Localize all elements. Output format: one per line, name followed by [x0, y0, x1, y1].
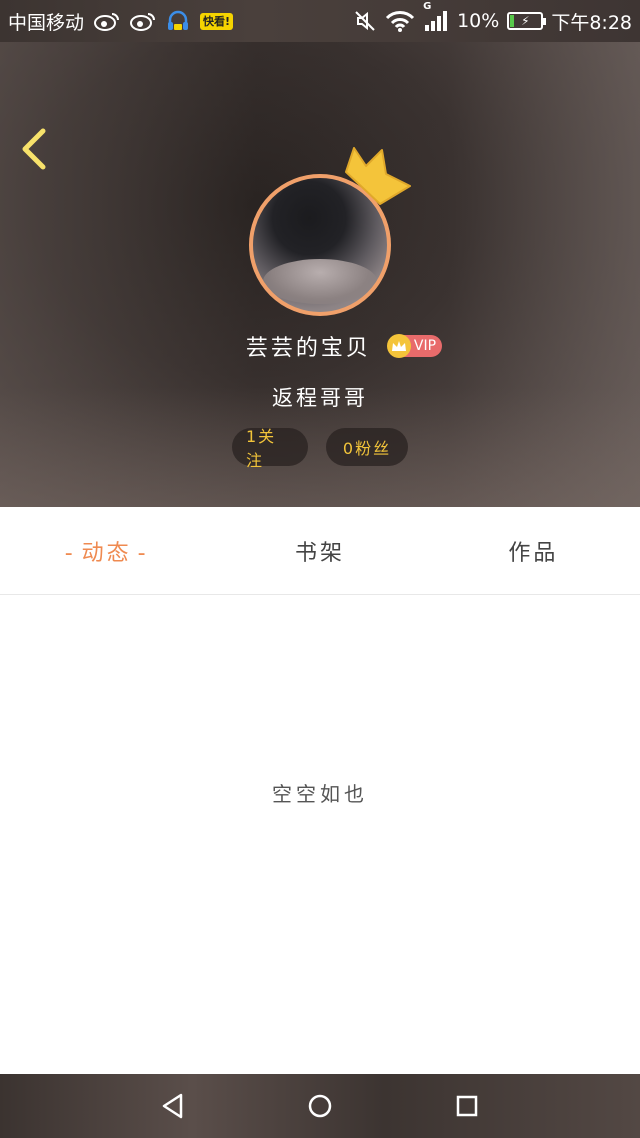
tab-bookshelf[interactable]: 书架: [213, 535, 426, 567]
tab-works[interactable]: 作品: [427, 535, 640, 567]
clock: 下午8:28: [551, 11, 632, 34]
stats-row: 1关注 0粉丝: [0, 427, 640, 470]
tab-bar: - 动态 - 书架 作品: [0, 507, 640, 595]
name-row: 芸芸的宝贝 VIP: [0, 330, 640, 362]
carrier-label: 中国移动: [8, 11, 85, 34]
recents-square-icon: [456, 1095, 477, 1117]
weibo-icon: [94, 11, 120, 31]
mute-icon: [353, 9, 377, 33]
follow-count-button[interactable]: 1关注: [232, 427, 308, 470]
headset-icon: [166, 9, 190, 33]
profile-header: 芸芸的宝贝 VIP 返程哥哥 1关注 0粉丝: [0, 42, 640, 507]
wifi-icon: [385, 9, 415, 33]
battery-percent: 10%: [457, 10, 500, 32]
user-name: 芸芸的宝贝: [245, 336, 371, 361]
fans-count-button[interactable]: 0粉丝: [326, 428, 408, 466]
battery-icon: ⚡: [507, 12, 547, 30]
tab-label: 书架: [294, 540, 345, 566]
nav-recents-button[interactable]: [445, 1084, 489, 1128]
tab-indicator-right: -: [137, 540, 149, 566]
vip-crown-icon: [386, 334, 411, 358]
charging-bolt-icon: ⚡: [521, 14, 530, 28]
crown-icon: [340, 142, 416, 212]
kuaikan-icon: 快看!: [200, 12, 234, 30]
chevron-left-icon: [22, 128, 46, 170]
tab-label: 作品: [508, 540, 559, 566]
system-nav-bar: [0, 1074, 640, 1138]
tab-dynamics[interactable]: - 动态 -: [0, 535, 213, 567]
back-button[interactable]: [14, 124, 54, 174]
vip-badge: VIP: [386, 334, 443, 358]
network-type-label: G: [423, 1, 432, 12]
back-triangle-icon: [163, 1093, 183, 1119]
status-bar-left: 中国移动 快看!: [8, 8, 234, 35]
vip-label: VIP: [413, 338, 437, 354]
tab-indicator-left: -: [64, 540, 76, 566]
battery-fill: [510, 15, 514, 27]
empty-state-text: 空空如也: [272, 782, 368, 806]
tab-label: 动态: [81, 540, 132, 566]
user-signature: 返程哥哥: [272, 386, 368, 410]
signal-icon: G: [423, 1, 449, 33]
nav-back-button[interactable]: [151, 1084, 195, 1128]
home-circle-icon: [308, 1094, 332, 1118]
nav-home-button[interactable]: [298, 1084, 342, 1128]
status-bar: 中国移动 快看! G 10% ⚡ 下午8:28: [0, 0, 640, 42]
tab-content: 空空如也: [0, 596, 640, 1074]
weibo-icon: [130, 11, 156, 31]
status-bar-right: G 10% ⚡ 下午8:28: [353, 1, 632, 35]
